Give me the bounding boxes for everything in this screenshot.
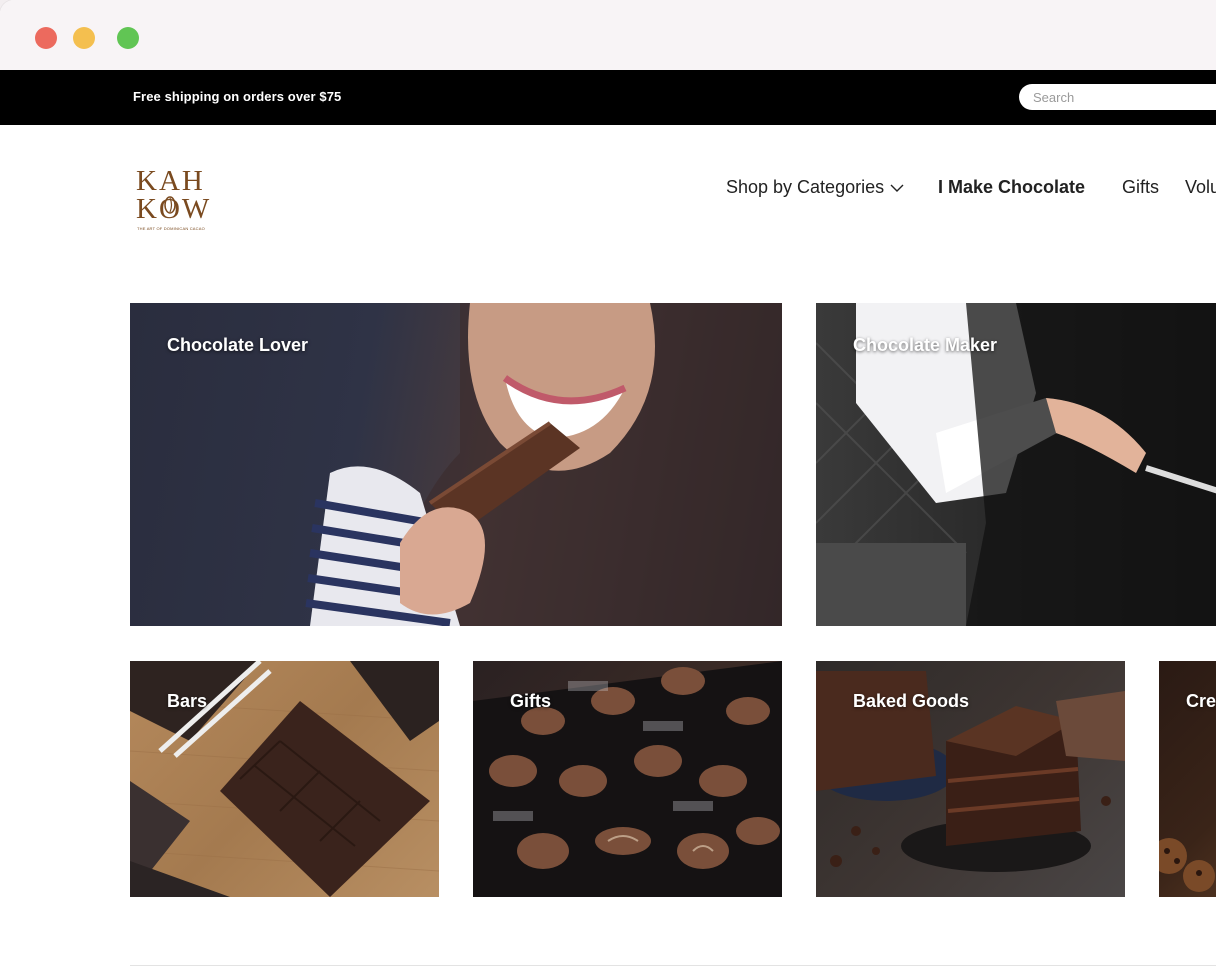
- free-shipping-message: Free shipping on orders over $75: [133, 89, 342, 104]
- nav-volu[interactable]: Volu: [1185, 177, 1216, 198]
- tile-gifts[interactable]: Gifts: [473, 661, 782, 897]
- nav-i-make-chocolate[interactable]: I Make Chocolate: [938, 177, 1085, 198]
- tile-label: Cre: [1186, 691, 1216, 711]
- tile-label: Chocolate Lover: [167, 335, 309, 355]
- section-divider: [130, 965, 1216, 966]
- minimize-window-button[interactable]: [73, 27, 95, 49]
- cacao-bean-icon: [164, 196, 176, 214]
- tile-label: Gifts: [510, 691, 552, 711]
- tile-cre[interactable]: Cre: [1159, 661, 1216, 897]
- nav-shop-by-categories[interactable]: Shop by Categories: [726, 177, 904, 198]
- announcement-bar: Free shipping on orders over $75: [0, 70, 1216, 125]
- nav-gifts[interactable]: Gifts: [1122, 177, 1159, 198]
- tile-label: Chocolate Maker: [853, 335, 998, 355]
- browser-window: Free shipping on orders over $75 KAH KOW…: [0, 0, 1216, 974]
- tile-chocolate-lover[interactable]: Chocolate Lover: [130, 303, 782, 626]
- window-titlebar: [0, 0, 1216, 70]
- tile-bars[interactable]: Bars: [130, 661, 439, 897]
- tile-label: Baked Goods: [853, 691, 970, 711]
- logo-line-1: KAH: [136, 165, 205, 197]
- tile-label: Bars: [167, 691, 208, 711]
- zoom-window-button[interactable]: [117, 27, 139, 49]
- brand-logo[interactable]: KAH KOW THE ART OF DOMINICAN CACAO: [136, 167, 222, 237]
- nav-shop-by-categories-label: Shop by Categories: [726, 177, 885, 197]
- tile-chocolate-maker[interactable]: Chocolate Maker: [816, 303, 1216, 626]
- logo-tagline: THE ART OF DOMINICAN CACAO: [137, 226, 205, 231]
- close-window-button[interactable]: [35, 27, 57, 49]
- site-header: KAH KOW THE ART OF DOMINICAN CACAO Shop …: [0, 125, 1216, 295]
- chevron-down-icon: [890, 184, 904, 192]
- tile-baked-goods[interactable]: Baked Goods: [816, 661, 1125, 897]
- search-input[interactable]: [1019, 84, 1216, 110]
